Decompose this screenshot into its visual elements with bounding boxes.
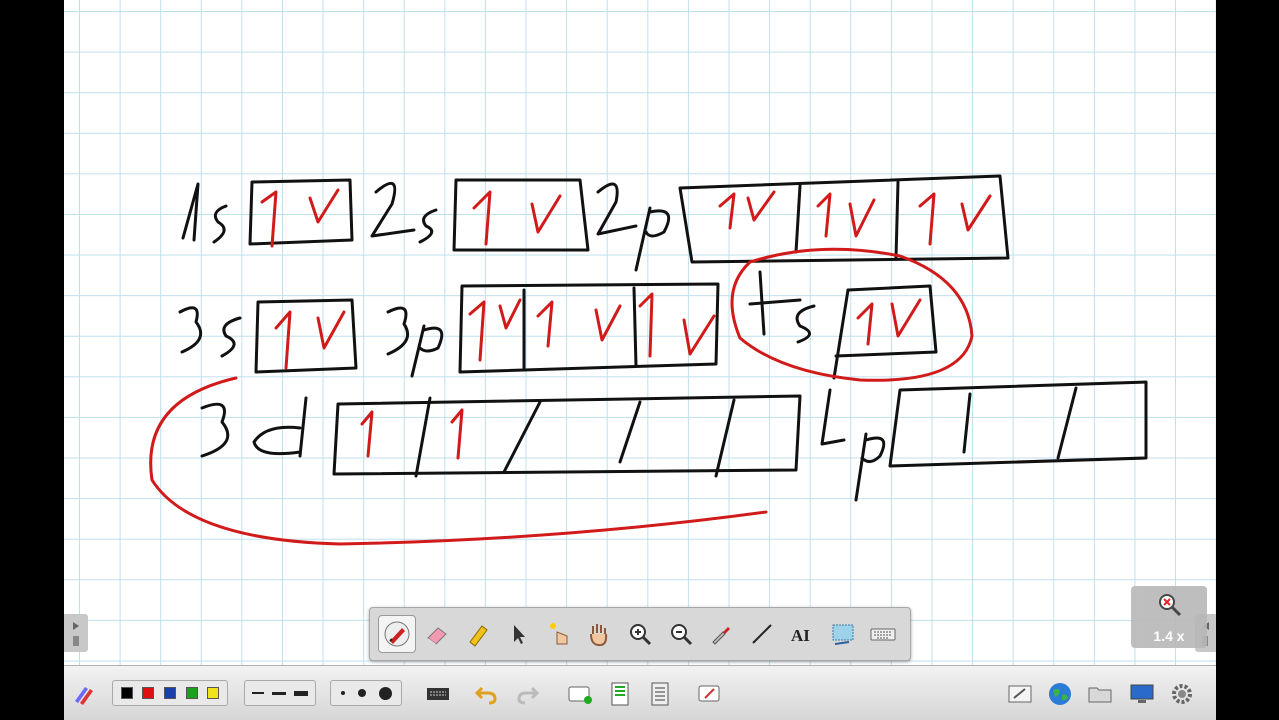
orbital-2p: [596, 174, 1010, 272]
zoom-reset-icon[interactable]: [1157, 592, 1183, 623]
line-width-group: [244, 680, 316, 706]
line-icon[interactable]: [743, 615, 781, 653]
point-size-medium[interactable]: [357, 689, 366, 697]
screen-tools-icon[interactable]: [696, 680, 724, 708]
color-swatch[interactable]: [142, 687, 155, 699]
pointer-icon[interactable]: [500, 615, 538, 653]
color-palette: [112, 680, 228, 706]
text-icon[interactable]: AI: [783, 615, 821, 653]
pipette-icon[interactable]: [702, 615, 740, 653]
color-swatch[interactable]: [163, 687, 176, 699]
page-green-icon[interactable]: [606, 680, 634, 708]
laser-pointer-icon[interactable]: [540, 615, 578, 653]
bottom-toolbar: [64, 665, 1216, 720]
orbital-2s: [370, 178, 590, 252]
zoom-level-label: 1.4 x: [1153, 628, 1185, 644]
zoom-in-icon[interactable]: [621, 615, 659, 653]
svg-text:AI: AI: [791, 626, 810, 645]
keyboard-icon[interactable]: [864, 615, 902, 653]
point-size-group: [330, 680, 402, 706]
pens-menu-icon[interactable]: [70, 680, 98, 708]
orbital-1s: [181, 178, 354, 246]
orbital-3p: [386, 282, 720, 378]
new-page-icon[interactable]: [566, 680, 594, 708]
keyboard-icon[interactable]: [424, 680, 452, 708]
whiteboard-icon[interactable]: [1006, 680, 1034, 708]
desktop-icon[interactable]: [1128, 680, 1156, 708]
capture-icon[interactable]: [824, 615, 862, 653]
orbital-4p: [820, 380, 1148, 502]
color-swatch[interactable]: [207, 687, 220, 699]
line-width-thick[interactable]: [294, 690, 308, 696]
undo-icon[interactable]: [472, 680, 500, 708]
page-list-icon[interactable]: [646, 680, 674, 708]
line-width-thin[interactable]: [252, 692, 264, 694]
point-size-large[interactable]: [378, 686, 392, 700]
settings-gear-icon[interactable]: [1168, 680, 1196, 708]
globe-icon[interactable]: [1046, 680, 1074, 708]
redo-icon[interactable]: [514, 680, 542, 708]
zoom-out-icon[interactable]: [662, 615, 700, 653]
point-size-small[interactable]: [340, 691, 345, 695]
color-swatch[interactable]: [185, 687, 198, 699]
color-swatch[interactable]: [120, 687, 133, 699]
orbital-3d: [200, 394, 802, 478]
line-width-medium[interactable]: [272, 691, 286, 695]
handwriting-layer: [149, 174, 1148, 546]
eraser-icon[interactable]: [419, 615, 457, 653]
folder-icon[interactable]: [1086, 680, 1114, 708]
left-panel-toggle[interactable]: [64, 614, 88, 652]
hand-pan-icon[interactable]: [581, 615, 619, 653]
highlighter-icon[interactable]: [459, 615, 497, 653]
floating-toolbar: AI: [369, 607, 911, 661]
zoom-indicator[interactable]: 1.4 x: [1131, 586, 1207, 648]
pen-icon[interactable]: [378, 615, 416, 653]
4s-circle: [730, 247, 974, 382]
